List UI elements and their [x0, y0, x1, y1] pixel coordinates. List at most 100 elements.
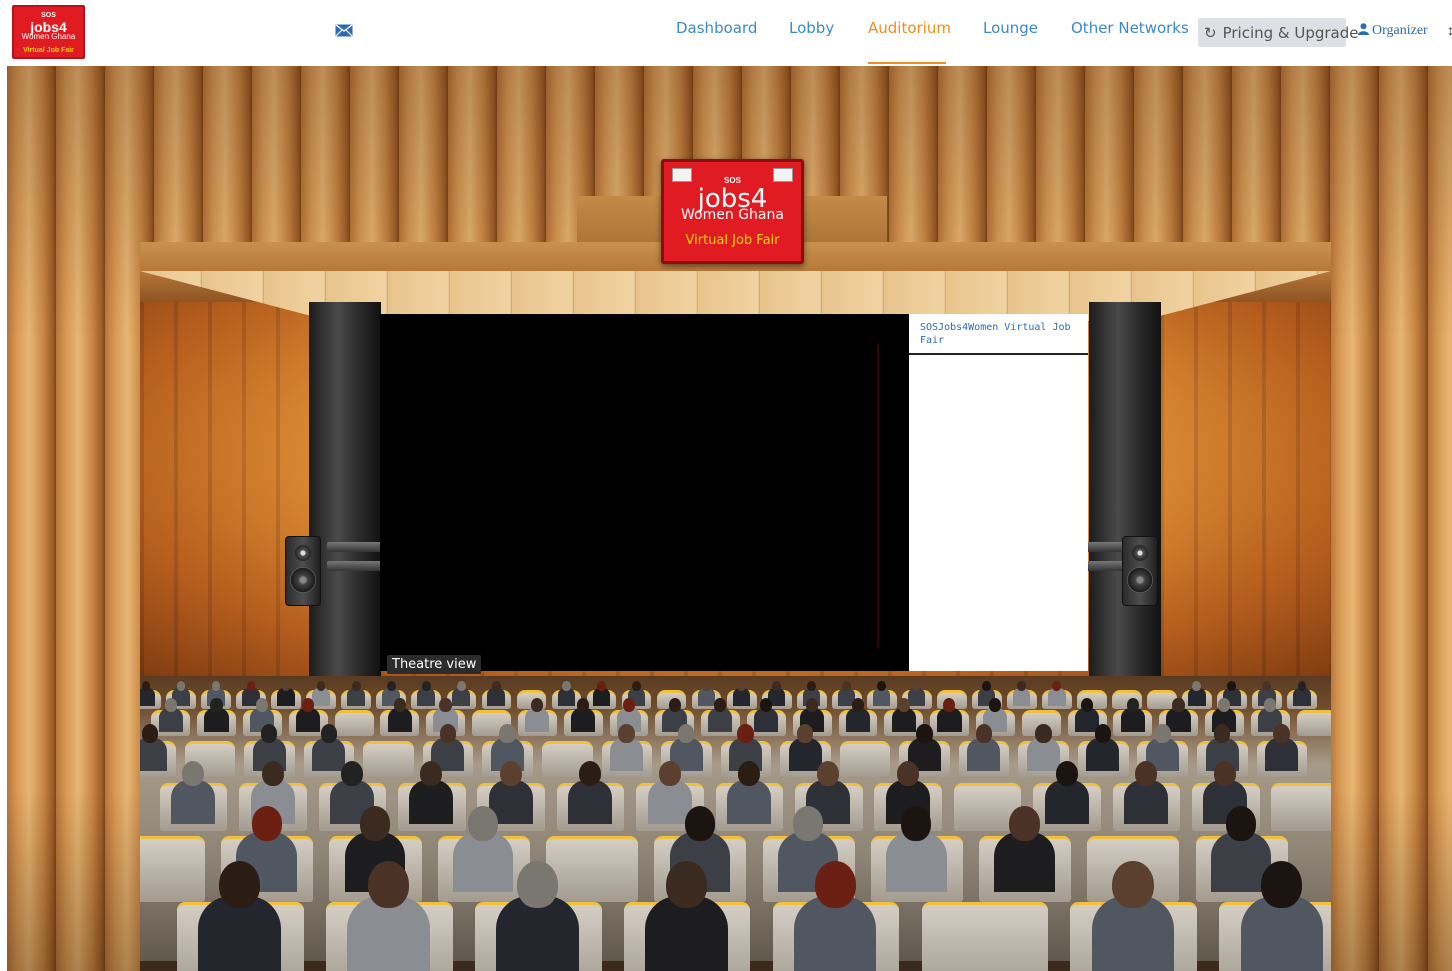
envelope-icon[interactable] — [335, 24, 353, 37]
stage-sign-logo: SOS jobs4 Women Ghana Virtual Job Fair — [661, 159, 804, 264]
audience-member-body — [296, 708, 321, 733]
user-icon — [1358, 23, 1369, 35]
audience-member-head — [393, 698, 406, 712]
audience-member-body — [1047, 688, 1066, 707]
audience-member-head — [989, 698, 1002, 712]
speaker-tweeter — [295, 545, 311, 561]
audience-member-head — [260, 724, 278, 743]
nav-lobby[interactable]: Lobby — [789, 19, 834, 37]
organizer-label: Organizer — [1372, 23, 1428, 38]
pricing-upgrade-button[interactable]: ↻ Pricing & Upgrade — [1198, 18, 1359, 47]
audience-member-head — [141, 681, 151, 692]
audience-member-head — [219, 861, 261, 909]
sign-tag-text: Virtual Job Fair — [685, 233, 780, 248]
theatre-view-button[interactable]: Theatre view — [387, 655, 482, 674]
logo-sos-text: SOS — [41, 12, 56, 19]
audience-member-body — [312, 688, 330, 707]
nav-auditorium[interactable]: Auditorium — [868, 19, 951, 37]
chat-panel-title: SOSJobs4Women Virtual Job Fair — [909, 314, 1088, 355]
audience-member-head — [576, 698, 589, 712]
audience-member-head — [1154, 724, 1171, 743]
audience-member-body — [1293, 688, 1311, 707]
audience-member-head — [1126, 698, 1139, 712]
audience-member-head — [896, 761, 919, 787]
speaker-tweeter — [1132, 545, 1148, 561]
audience-member-body — [592, 688, 611, 707]
audience-member-body — [708, 708, 733, 733]
audience-member-head — [340, 761, 363, 787]
audience-member-head — [842, 681, 851, 692]
audience-member-body — [557, 688, 576, 707]
audience-member-head — [1017, 681, 1027, 692]
audience-member-head — [737, 724, 754, 743]
nav-lounge[interactable]: Lounge — [983, 19, 1038, 37]
nav-other-networks[interactable]: Other Networks — [1071, 19, 1189, 37]
audience-member-head — [516, 861, 559, 909]
audience-member-head — [320, 724, 338, 743]
audience-member-body — [277, 688, 295, 707]
overflow-menu-icon[interactable]: ↕ — [1447, 22, 1452, 38]
audience-member-head — [1134, 761, 1157, 787]
brand-logo[interactable]: SOS jobs4 Women Ghana Virtual Job Fair — [12, 5, 85, 59]
auditorium-seat — [546, 836, 639, 903]
audience-member-head — [182, 761, 205, 787]
audience-member-head — [499, 724, 516, 743]
audience-member-body — [140, 688, 155, 707]
audience-member-head — [386, 681, 396, 692]
top-navbar: SOS jobs4 Women Ghana Virtual Job Fair D… — [0, 0, 1452, 64]
audience-member-head — [491, 681, 501, 692]
audience-member-head — [1214, 761, 1237, 787]
left-pillar — [309, 302, 381, 682]
logo-sub-text: Women Ghana — [21, 32, 76, 41]
chat-panel[interactable]: SOSJobs4Women Virtual Job Fair — [909, 314, 1088, 671]
audience-member-body — [1044, 779, 1089, 824]
audience-member-head — [439, 698, 452, 712]
audience-member-head — [982, 681, 992, 692]
audience-member-head — [302, 698, 315, 712]
audience-member-head — [1213, 724, 1231, 743]
video-player[interactable] — [380, 314, 910, 671]
refresh-icon: ↻ — [1204, 23, 1217, 42]
audience-member-head — [176, 681, 186, 692]
audience-member-head — [1052, 681, 1062, 692]
sign-women-text: Women Ghana — [681, 207, 784, 223]
auditorium-seat — [1271, 783, 1331, 831]
logo-tag-text: Virtual Job Fair — [23, 47, 74, 54]
audience-member-head — [579, 761, 602, 787]
audience-member-head — [851, 698, 864, 712]
audience-member-head — [1264, 698, 1277, 712]
audience-member-body — [907, 688, 926, 707]
audience-member-head — [805, 698, 819, 712]
audience-member-head — [561, 681, 571, 692]
audience-member-body — [937, 708, 962, 733]
audience-member-head — [468, 806, 499, 841]
audience-member-body — [204, 708, 229, 733]
audience-member-body — [697, 688, 716, 707]
audience-member-head — [359, 806, 391, 841]
audience-member-head — [796, 724, 814, 743]
audience-member-head — [456, 681, 466, 692]
audience-member-head — [665, 861, 707, 909]
audience-member-head — [367, 861, 410, 909]
left-speaker — [285, 536, 321, 606]
audience-member-head — [420, 761, 443, 787]
audience-member-head — [210, 698, 223, 712]
audience-member-body — [409, 779, 454, 824]
audience-member-head — [877, 681, 886, 692]
nav-dashboard[interactable]: Dashboard — [676, 19, 757, 37]
auditorium-scene: SOS jobs4 Women Ghana Virtual Job Fair T… — [7, 66, 1452, 971]
audience-member-head — [943, 698, 956, 712]
nav-active-indicator — [868, 62, 946, 64]
auditorium-seat — [140, 836, 205, 903]
audience-member-head — [684, 806, 715, 841]
organizer-menu[interactable]: Organizer — [1358, 23, 1428, 39]
audience-member-head — [737, 761, 760, 787]
audience-member-head — [246, 681, 256, 692]
audience-member-head — [807, 681, 816, 692]
audience-member-head — [164, 698, 177, 712]
audience-member-head — [256, 698, 269, 712]
audience-member-body — [1012, 688, 1031, 707]
audience-member-head — [975, 724, 993, 743]
audience-member-head — [622, 698, 635, 712]
pricing-upgrade-label: Pricing & Upgrade — [1222, 23, 1359, 42]
